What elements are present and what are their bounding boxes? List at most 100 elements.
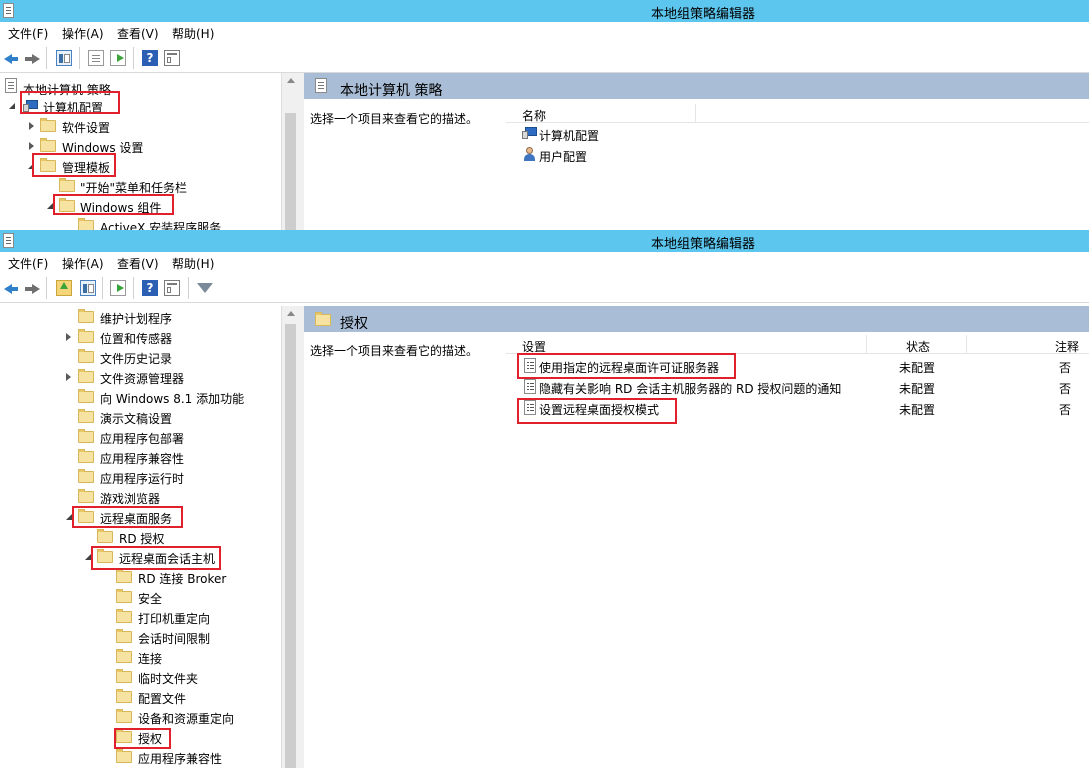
expanded-arrow-icon[interactable]	[47, 203, 53, 209]
tree-node-label: 计算机配置	[43, 101, 104, 115]
tree-node[interactable]: 设备和资源重定向	[0, 707, 281, 727]
help-icon[interactable]: ?	[142, 50, 158, 66]
column-header-state[interactable]: 状态	[867, 335, 967, 354]
gpedit-window-bottom: 本地组策略编辑器 文件(F) 操作(A) 查看(V) 帮助(H) ? 应用程序兼…	[0, 230, 1089, 768]
menu-view[interactable]: 查看(V)	[117, 25, 159, 42]
show-hide-tree-icon[interactable]	[80, 280, 96, 296]
view-pane-icon[interactable]	[164, 280, 180, 296]
collapsed-arrow-icon[interactable]	[66, 373, 71, 381]
tree-node-windows-components[interactable]: Windows 组件	[0, 196, 281, 216]
folder-icon	[116, 749, 132, 763]
tree-node[interactable]: 授权	[0, 727, 281, 747]
tree-node-software-settings[interactable]: 软件设置	[0, 116, 281, 136]
tree-node[interactable]: 打印机重定向	[0, 607, 281, 627]
folder-icon	[97, 529, 113, 543]
collapsed-arrow-icon[interactable]	[29, 122, 34, 130]
setting-state: 未配置	[899, 361, 936, 375]
tree-scrollbar[interactable]	[281, 73, 299, 230]
menu-file[interactable]: 文件(F)	[8, 255, 48, 272]
table-row[interactable]: 隐藏有关影响 RD 会话主机服务器的 RD 授权问题的通知 未配置 否	[520, 377, 1089, 398]
tree-node[interactable]: 应用程序兼容性	[0, 747, 281, 767]
tree-node[interactable]: 文件资源管理器	[0, 367, 281, 387]
setting-comment: 否	[1059, 361, 1072, 375]
back-arrow-icon[interactable]	[3, 50, 19, 66]
tree-node[interactable]: 演示文稿设置	[0, 407, 281, 427]
collapsed-arrow-icon[interactable]	[29, 142, 34, 150]
folder-icon	[116, 629, 132, 643]
toolbar-separator	[133, 277, 134, 299]
menu-help[interactable]: 帮助(H)	[172, 255, 214, 272]
scrollbar-thumb[interactable]	[285, 324, 296, 768]
export-list-icon[interactable]	[110, 280, 126, 296]
view-pane-icon[interactable]	[164, 50, 180, 66]
menu-help[interactable]: 帮助(H)	[172, 25, 214, 42]
export-list-icon[interactable]	[110, 50, 126, 66]
back-arrow-icon[interactable]	[3, 280, 19, 296]
tree-node-root[interactable]: 本地计算机 策略	[0, 76, 281, 97]
tree-node[interactable]: 向 Windows 8.1 添加功能	[0, 387, 281, 407]
show-hide-tree-icon[interactable]	[56, 50, 72, 66]
tree-node[interactable]: 应用程序运行时	[0, 467, 281, 487]
tree-node[interactable]: 安全	[0, 587, 281, 607]
expanded-arrow-icon[interactable]	[66, 514, 72, 520]
tree-node[interactable]: RD 连接 Broker	[0, 567, 281, 587]
policy-setting-icon	[524, 358, 536, 373]
user-icon	[522, 147, 538, 162]
menu-file[interactable]: 文件(F)	[8, 25, 48, 42]
table-row[interactable]: 使用指定的远程桌面许可证服务器 未配置 否	[520, 356, 1089, 377]
tree-node[interactable]: 应用程序兼容性	[0, 447, 281, 467]
scrollbar-thumb[interactable]	[285, 113, 296, 230]
details-header: 本地计算机 策略	[304, 73, 1089, 99]
menu-view[interactable]: 查看(V)	[117, 255, 159, 272]
properties-list-icon[interactable]	[88, 50, 104, 66]
tree-node[interactable]: 连接	[0, 647, 281, 667]
folder-icon	[78, 469, 94, 483]
folder-icon	[59, 198, 75, 212]
tree-node[interactable]: RD 授权	[0, 527, 281, 547]
filter-icon[interactable]	[197, 283, 213, 293]
scroll-up-arrow-icon[interactable]	[287, 78, 295, 83]
description-text: 选择一个项目来查看它的描述。	[310, 344, 479, 358]
expanded-arrow-icon[interactable]	[28, 163, 34, 169]
setting-state: 未配置	[899, 382, 936, 396]
menu-bar: 文件(F) 操作(A) 查看(V) 帮助(H)	[0, 22, 1089, 43]
expanded-arrow-icon[interactable]	[9, 103, 15, 109]
tree-node[interactable]: 会话时间限制	[0, 627, 281, 647]
collapsed-arrow-icon[interactable]	[66, 333, 71, 341]
forward-arrow-icon[interactable]	[24, 50, 40, 66]
tree-node-computer-config[interactable]: 计算机配置	[0, 96, 281, 116]
folder-icon	[78, 409, 94, 423]
tree-scrollbar[interactable]	[281, 306, 299, 768]
list-item-computer-config[interactable]: 计算机配置	[520, 124, 820, 145]
scroll-up-arrow-icon[interactable]	[287, 311, 295, 316]
up-one-level-icon[interactable]	[56, 280, 72, 296]
menu-action[interactable]: 操作(A)	[62, 255, 104, 272]
tree-node[interactable]: 维护计划程序	[0, 307, 281, 327]
table-row[interactable]: 设置远程桌面授权模式 未配置 否	[520, 398, 1089, 419]
tree-node-label: 临时文件夹	[138, 672, 199, 686]
folder-icon	[116, 669, 132, 683]
tree-node[interactable]: 游戏浏览器	[0, 487, 281, 507]
expanded-arrow-icon[interactable]	[85, 554, 91, 560]
help-icon[interactable]: ?	[142, 280, 158, 296]
tree-node-windows-settings[interactable]: Windows 设置	[0, 136, 281, 156]
column-header-comment[interactable]: 注释	[967, 335, 1089, 354]
forward-arrow-icon[interactable]	[24, 280, 40, 296]
tree-node-start-menu[interactable]: "开始"菜单和任务栏	[0, 176, 281, 196]
tree-node[interactable]: 配置文件	[0, 687, 281, 707]
column-header-setting[interactable]: 设置	[506, 335, 867, 354]
tree-node[interactable]: 临时文件夹	[0, 667, 281, 687]
tree-node[interactable]: 远程桌面会话主机	[0, 547, 281, 567]
tree-node[interactable]: 位置和传感器	[0, 327, 281, 347]
tree-node-label: 游戏浏览器	[100, 492, 161, 506]
policy-document-icon	[315, 78, 327, 93]
tree-node[interactable]: 远程桌面服务	[0, 507, 281, 527]
tree-node-admin-templates[interactable]: 管理模板	[0, 156, 281, 176]
list-item-user-config[interactable]: 用户配置	[520, 145, 820, 166]
column-header-name[interactable]: 名称	[506, 104, 696, 123]
menu-action[interactable]: 操作(A)	[62, 25, 104, 42]
tree-node[interactable]: 应用程序包部署	[0, 427, 281, 447]
tree-node-activex[interactable]: ActiveX 安装程序服务	[0, 216, 281, 230]
tree-node[interactable]: 文件历史记录	[0, 347, 281, 367]
tree-node-label: Windows 设置	[62, 141, 144, 155]
